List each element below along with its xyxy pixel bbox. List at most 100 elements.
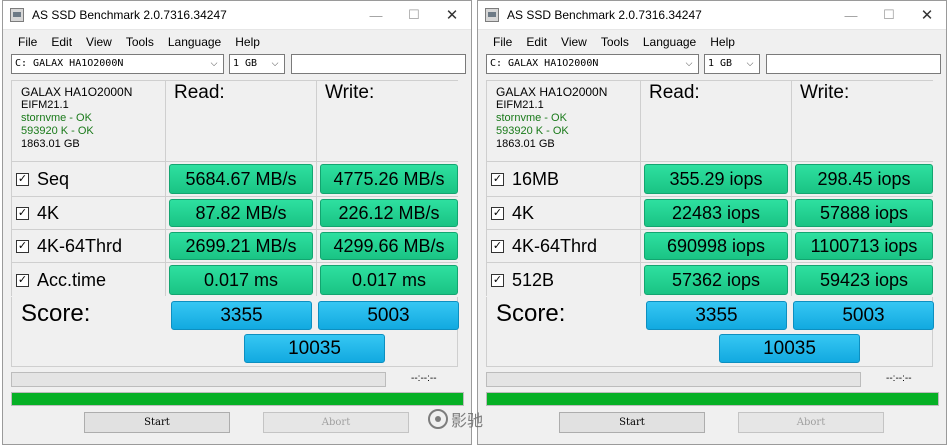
drive-info: GALAX HA1O2000N EIFM21.1 stornvme - OK 5…	[487, 81, 640, 161]
watermark-text: 影驰	[451, 413, 484, 430]
results-grid: GALAX HA1O2000N EIFM21.1 stornvme - OK 5…	[486, 80, 936, 297]
chevron-down-icon: ⌵	[685, 59, 693, 69]
menu-tools[interactable]: Tools	[119, 35, 161, 49]
read-result: 355.29 iops	[644, 164, 788, 194]
chevron-down-icon: ⌵	[271, 59, 279, 69]
read-result-cell: 5684.67 MB/s	[166, 162, 316, 196]
menu-language[interactable]: Language	[636, 35, 703, 49]
checkbox-checked-icon[interactable]: ✓	[16, 239, 29, 253]
read-header: Read:	[166, 81, 316, 161]
checkbox-checked-icon[interactable]: ✓	[491, 206, 504, 220]
checkbox-checked-icon[interactable]: ✓	[16, 206, 29, 220]
close-icon[interactable]: ✕	[433, 1, 471, 29]
row-label[interactable]: ✓ 512B	[487, 263, 640, 297]
menu-view[interactable]: View	[79, 35, 119, 49]
menu-view[interactable]: View	[554, 35, 594, 49]
capacity: 1863.01 GB	[21, 138, 80, 150]
app-icon	[10, 8, 24, 22]
row-label[interactable]: ✓ 4K	[487, 197, 640, 229]
start-button[interactable]: Start	[84, 412, 230, 433]
drive-select[interactable]: C: GALAX HA1O2000N ⌵	[11, 54, 224, 74]
menu-language[interactable]: Language	[161, 35, 228, 49]
alignment-status: 593920 K - OK	[496, 125, 569, 137]
score-read: 3355	[646, 301, 787, 330]
read-result-cell: 22483 iops	[641, 197, 791, 229]
read-result-cell: 355.29 iops	[641, 162, 791, 196]
score-label: Score:	[21, 300, 91, 327]
write-result-cell: 59423 iops	[792, 263, 936, 297]
write-result-cell: 1100713 iops	[792, 230, 936, 262]
driver-status: stornvme - OK	[496, 112, 567, 124]
score-read: 3355	[171, 301, 312, 330]
overall-progress-fill	[487, 393, 938, 405]
elapsed-time: --:--:--	[886, 373, 912, 384]
test-name: 4K	[37, 202, 60, 223]
write-result-cell: 4299.66 MB/s	[317, 230, 461, 262]
minimize-icon[interactable]: —	[357, 1, 395, 29]
checkbox-checked-icon[interactable]: ✓	[491, 273, 504, 287]
menu-bar: File Edit View Tools Language Help	[3, 30, 471, 53]
drive-select[interactable]: C: GALAX HA1O2000N ⌵	[486, 54, 699, 74]
checkbox-checked-icon[interactable]: ✓	[16, 273, 29, 287]
text-input[interactable]	[291, 54, 466, 74]
capacity: 1863.01 GB	[496, 138, 555, 150]
minimize-icon[interactable]: —	[832, 1, 870, 29]
test-progress-bar	[486, 372, 861, 387]
read-result: 22483 iops	[644, 199, 788, 227]
checkbox-checked-icon[interactable]: ✓	[491, 239, 504, 253]
write-header: Write:	[792, 81, 936, 161]
benchmark-window-left: AS SSD Benchmark 2.0.7316.34247 — ☐ ✕ Fi…	[2, 0, 472, 445]
abort-button[interactable]: Abort	[738, 412, 884, 433]
write-result: 57888 iops	[795, 199, 933, 227]
maximize-icon[interactable]: ☐	[870, 1, 908, 29]
checkbox-checked-icon[interactable]: ✓	[491, 172, 504, 186]
maximize-icon[interactable]: ☐	[395, 1, 433, 29]
write-header: Write:	[317, 81, 461, 161]
row-label[interactable]: ✓ 4K	[12, 197, 165, 229]
read-result: 0.017 ms	[169, 265, 313, 295]
abort-button[interactable]: Abort	[263, 412, 409, 433]
start-button[interactable]: Start	[559, 412, 705, 433]
read-result: 57362 iops	[644, 265, 788, 295]
menu-edit[interactable]: Edit	[519, 35, 554, 49]
test-name: 16MB	[512, 168, 560, 189]
size-select-value: 1 GB	[708, 58, 733, 69]
menu-file[interactable]: File	[486, 35, 519, 49]
size-select[interactable]: 1 GB ⌵	[229, 54, 285, 74]
write-result: 226.12 MB/s	[320, 199, 458, 227]
read-result: 2699.21 MB/s	[169, 232, 313, 260]
menu-file[interactable]: File	[11, 35, 44, 49]
write-result-cell: 57888 iops	[792, 197, 936, 229]
write-result-cell: 0.017 ms	[317, 263, 461, 297]
row-label[interactable]: ✓ 4K-64Thrd	[12, 230, 165, 262]
size-select-value: 1 GB	[233, 58, 258, 69]
close-icon[interactable]: ✕	[908, 1, 946, 29]
row-label[interactable]: ✓ 16MB	[487, 162, 640, 196]
text-input[interactable]	[766, 54, 941, 74]
read-result-cell: 690998 iops	[641, 230, 791, 262]
selector-row: C: GALAX HA1O2000N ⌵ 1 GB ⌵	[11, 54, 466, 75]
chevron-down-icon: ⌵	[746, 59, 754, 69]
row-label[interactable]: ✓ Seq	[12, 162, 165, 196]
checkbox-checked-icon[interactable]: ✓	[16, 172, 29, 186]
score-write: 5003	[318, 301, 459, 330]
drive-name: GALAX HA1O2000N	[496, 85, 608, 99]
write-result: 4775.26 MB/s	[320, 164, 458, 194]
menu-tools[interactable]: Tools	[594, 35, 636, 49]
score-label: Score:	[496, 300, 566, 327]
score-total: 10035	[244, 334, 385, 363]
write-result-cell: 226.12 MB/s	[317, 197, 461, 229]
drive-select-value: C: GALAX HA1O2000N	[490, 58, 599, 69]
row-label[interactable]: ✓ Acc.time	[12, 263, 165, 297]
write-result: 298.45 iops	[795, 164, 933, 194]
size-select[interactable]: 1 GB ⌵	[704, 54, 760, 74]
overall-progress-fill	[12, 393, 463, 405]
read-result: 690998 iops	[644, 232, 788, 260]
menu-help[interactable]: Help	[703, 35, 742, 49]
row-label[interactable]: ✓ 4K-64Thrd	[487, 230, 640, 262]
driver-status: stornvme - OK	[21, 112, 92, 124]
app-icon	[485, 8, 499, 22]
menu-edit[interactable]: Edit	[44, 35, 79, 49]
menu-help[interactable]: Help	[228, 35, 267, 49]
overall-progress-bar	[11, 392, 464, 406]
